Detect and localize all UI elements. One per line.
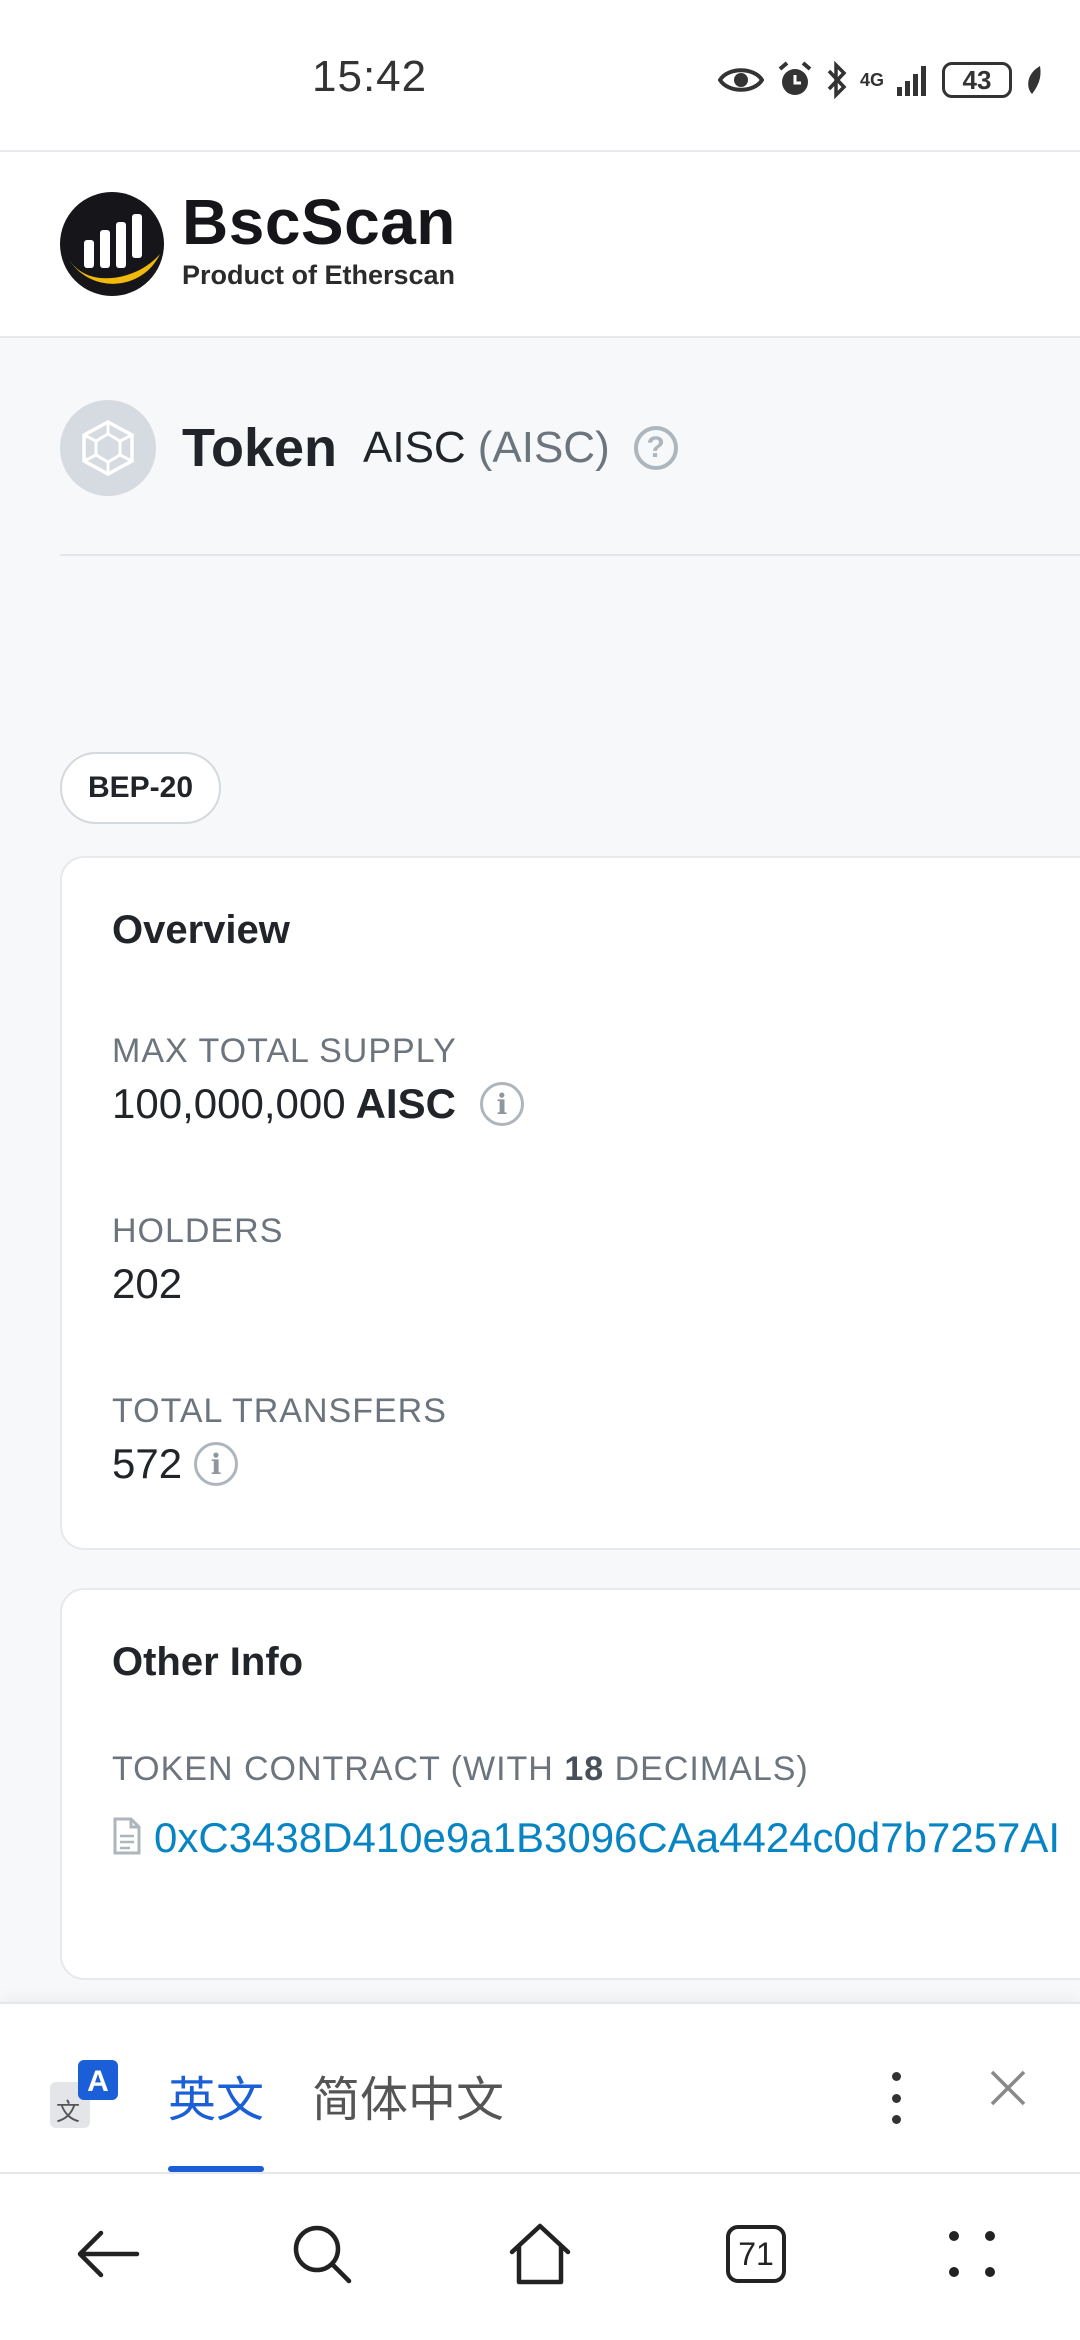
holders-value[interactable]: 202 [112,1260,182,1308]
translate-bar: A 文 英文 简体中文 [0,2002,1080,2172]
tab-count: 71 [726,2225,786,2283]
back-button[interactable] [70,2216,146,2292]
overview-title: Overview [112,908,290,952]
search-icon [293,2225,352,2284]
info-icon[interactable]: i [479,1082,524,1126]
transfers-number: 572 [112,1440,183,1487]
home-button[interactable] [502,2216,578,2292]
title-divider [60,554,1080,556]
brand-subtitle: Product of Etherscan [182,260,456,290]
contract-label-prefix: TOKEN CONTRACT (WITH [112,1750,554,1788]
menu-dots-icon [949,2231,995,2277]
brand[interactable]: BscScan Product of Etherscan [182,190,456,291]
page-title: Token [182,418,338,478]
browser-nav-bar: 71 [0,2172,1080,2340]
document-icon [112,1816,142,1861]
max-supply-value: 100,000,000 AISC i [112,1080,524,1128]
site-header: BscScan Product of Etherscan [0,152,1080,338]
holders-label: HOLDERS [112,1212,284,1250]
translate-icon[interactable]: A 文 [48,2060,120,2132]
max-supply-number: 100,000,000 [112,1080,346,1127]
brand-name: BscScan [182,186,456,258]
home-icon [509,2223,571,2285]
bluetooth-icon [826,61,848,99]
contract-address-link[interactable]: 0xC3438D410e9a1B3096CAa4424c0d7b7257AI [154,1814,1060,1862]
contract-label-suffix: DECIMALS) [614,1750,809,1788]
contract-label: TOKEN CONTRACT (WITH 18 DECIMALS) [112,1750,809,1789]
decimals-value: 18 [564,1750,605,1788]
status-icons: 4G 43 [717,56,1044,104]
token-name: AISC [363,423,466,472]
token-symbol: (AISC) [477,423,610,472]
menu-button[interactable] [934,2216,1010,2292]
max-supply-unit: AISC [355,1080,456,1127]
other-info-title: Other Info [112,1640,304,1684]
translate-icon-letter: A [87,2065,109,2098]
status-time: 15:42 [312,52,428,101]
back-arrow-icon [77,2230,140,2278]
overview-card: Overview MAX TOTAL SUPPLY 100,000,000 AI… [60,856,1080,1550]
transfers-value: 572 i [112,1440,239,1488]
status-bar: 15:42 4G 43 [0,0,1080,152]
battery-icon: 43 [942,62,1012,98]
leaf-icon [1024,64,1044,96]
help-icon[interactable]: ? [633,426,678,470]
translate-icon-glyph: 文 [56,2098,80,2126]
tabs-button[interactable]: 71 [718,2216,794,2292]
close-icon[interactable] [986,2066,1030,2110]
eye-icon [717,63,764,97]
signal-icon [896,63,930,97]
network-type: 4G [859,70,884,90]
tab-simplified-chinese[interactable]: 简体中文 [312,2060,504,2130]
token-cube-icon [82,420,134,476]
contract-row: 0xC3438D410e9a1B3096CAa4424c0d7b7257AI [112,1814,1060,1862]
info-icon[interactable]: i [194,1442,239,1486]
more-options-icon[interactable] [876,2068,916,2128]
bscscan-logo-icon[interactable] [60,192,164,296]
other-info-card: Other Info TOKEN CONTRACT (WITH 18 DECIM… [60,1588,1080,1980]
token-title-row: Token AISC (AISC) ? [60,400,678,496]
alarm-icon [776,61,814,99]
tab-english[interactable]: 英文 [168,2060,264,2130]
transfers-label: TOTAL TRANSFERS [112,1392,447,1430]
search-button[interactable] [284,2216,360,2292]
token-avatar [60,400,156,496]
token-standard-badge: BEP-20 [60,752,222,824]
max-supply-label: MAX TOTAL SUPPLY [112,1032,457,1070]
